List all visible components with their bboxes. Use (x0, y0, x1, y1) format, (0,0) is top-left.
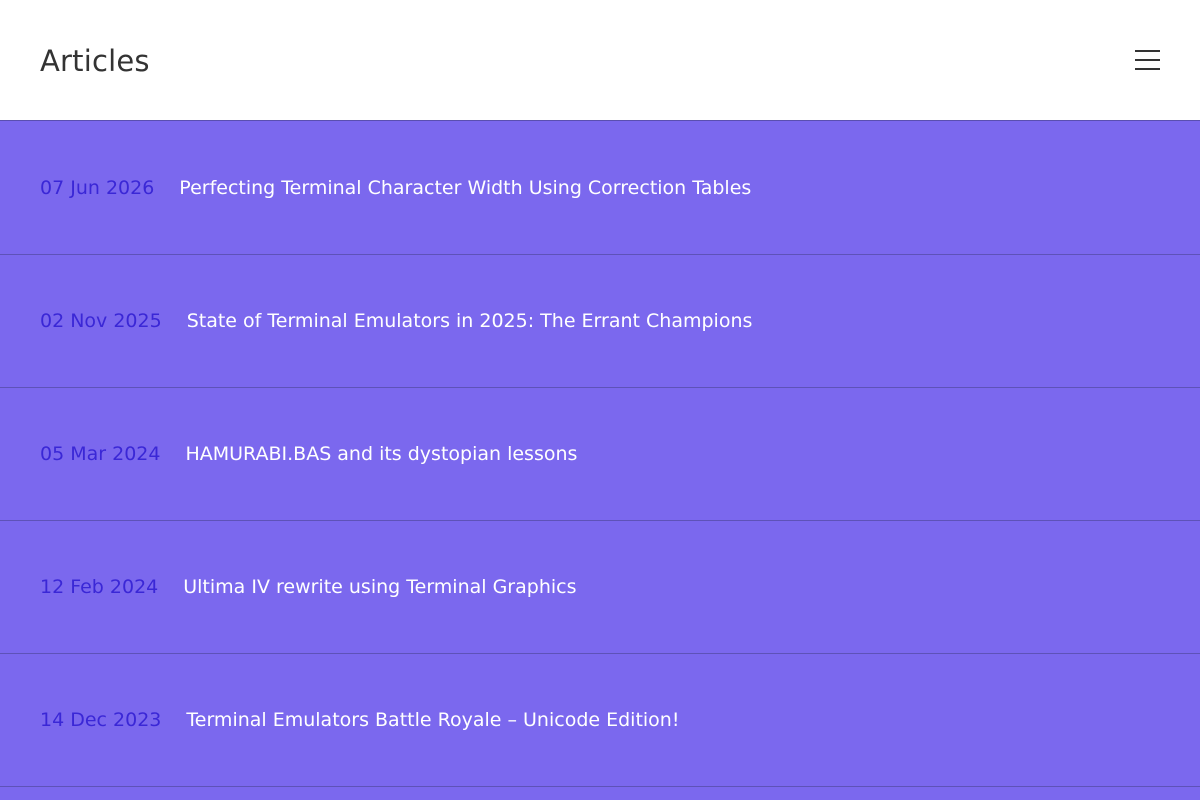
article-link[interactable]: 14 Dec 2023 Terminal Emulators Battle Ro… (40, 654, 679, 786)
article-date: 12 Feb 2024 (40, 576, 159, 598)
article-title: Terminal Emulators Battle Royale – Unico… (186, 709, 680, 731)
article-title: Ultima IV rewrite using Terminal Graphic… (183, 576, 577, 598)
article-link[interactable]: 02 Nov 2025 State of Terminal Emulators … (40, 255, 752, 387)
list-item: 05 Mar 2024 HAMURABI.BAS and its dystopi… (0, 388, 1200, 521)
list-item: 07 Jun 2026 Perfecting Terminal Characte… (0, 122, 1200, 255)
list-item: 02 Nov 2025 State of Terminal Emulators … (0, 255, 1200, 388)
header: Articles (0, 0, 1200, 121)
article-date: 07 Jun 2026 (40, 177, 155, 199)
article-title: State of Terminal Emulators in 2025: The… (186, 310, 753, 332)
article-title: HAMURABI.BAS and its dystopian lessons (185, 443, 578, 465)
article-link[interactable]: 05 Mar 2024 HAMURABI.BAS and its dystopi… (40, 388, 577, 520)
menu-button[interactable] (1126, 44, 1168, 78)
article-date: 14 Dec 2023 (40, 709, 162, 731)
page-title: Articles (40, 44, 150, 78)
article-link[interactable]: 07 Jun 2026 Perfecting Terminal Characte… (40, 122, 751, 254)
article-date: 02 Nov 2025 (40, 310, 162, 332)
article-date: 05 Mar 2024 (40, 443, 161, 465)
article-link[interactable]: 12 Feb 2024 Ultima IV rewrite using Term… (40, 521, 577, 653)
article-list: 07 Jun 2026 Perfecting Terminal Characte… (0, 122, 1200, 787)
list-item: 14 Dec 2023 Terminal Emulators Battle Ro… (0, 654, 1200, 787)
list-item: 12 Feb 2024 Ultima IV rewrite using Term… (0, 521, 1200, 654)
article-title: Perfecting Terminal Character Width Usin… (179, 177, 752, 199)
